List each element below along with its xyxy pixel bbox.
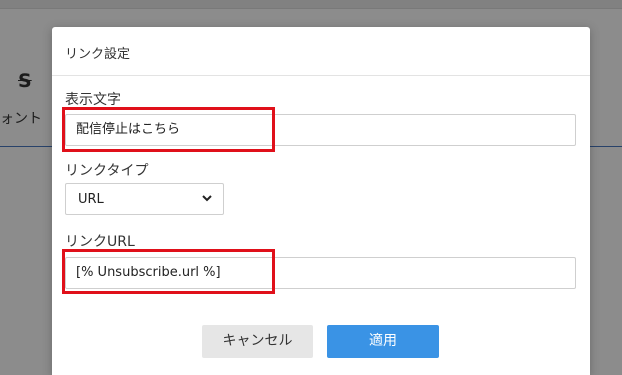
link-settings-dialog: リンク設定 表示文字 配信停止はこちら リンクタイプ URL リンクURL [%… [52,27,590,375]
link-url-label: リンクURL [65,234,135,250]
dialog-title: リンク設定 [65,47,131,62]
link-type-selected-value: URL [78,192,104,207]
dialog-header: リンク設定 [52,27,590,76]
link-url-input[interactable]: [% Unsubscribe.url %] [65,257,576,289]
link-type-label: リンクタイプ [65,163,149,179]
display-text-label: 表示文字 [65,92,121,108]
chevron-down-icon [202,195,212,202]
display-text-input[interactable]: 配信停止はこちら [65,114,576,146]
apply-button[interactable]: 適用 [327,325,439,358]
link-type-select[interactable]: URL [65,183,224,215]
cancel-button[interactable]: キャンセル [202,325,313,358]
